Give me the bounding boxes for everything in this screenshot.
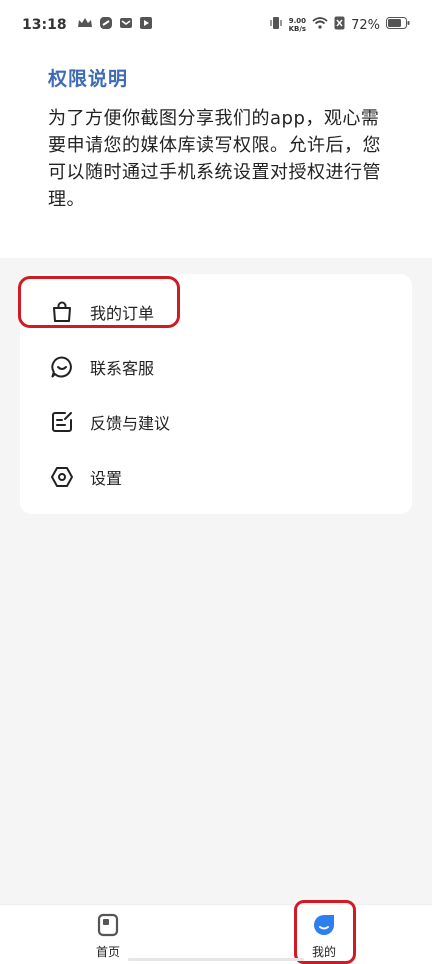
permission-title: 权限说明 — [48, 68, 129, 90]
home-indicator[interactable] — [128, 958, 304, 961]
net-speed: 9.00 KB/s — [289, 17, 306, 33]
permission-body: 为了方便你截图分享我们的app，观心需要申请您的媒体库读写权限。允许后，您可以随… — [48, 108, 381, 210]
wifi-icon — [312, 17, 328, 33]
menu-item-label: 联系客服 — [90, 358, 155, 378]
menu-item-customer-service[interactable]: 联系客服 — [20, 339, 412, 394]
app-notification-icon — [99, 16, 113, 34]
tab-home-label: 首页 — [95, 945, 120, 959]
menu-item-label: 反馈与建议 — [90, 413, 171, 433]
permission-dialog: 权限说明 为了方便你截图分享我们的app，观心需要申请您的媒体库读写权限。允许后… — [0, 50, 432, 258]
menu-item-label: 设置 — [90, 468, 123, 488]
menu-item-settings[interactable]: 设置 — [20, 449, 412, 504]
edit-feedback-icon — [48, 408, 76, 436]
highlight-orders — [18, 276, 180, 328]
no-sim-icon — [334, 16, 345, 34]
net-speed-value: 9.00 — [288, 17, 306, 25]
net-speed-unit: KB/s — [288, 25, 307, 33]
bottom-tab-bar: 首页 我的 — [0, 904, 432, 964]
home-tab-icon — [96, 913, 120, 937]
status-right: 9.00 KB/s 72% — [269, 16, 410, 34]
crown-icon — [77, 17, 93, 33]
chat-icon — [48, 353, 76, 381]
vibrate-icon — [269, 16, 283, 34]
hexagon-settings-icon — [48, 463, 76, 491]
menu-item-feedback[interactable]: 反馈与建议 — [20, 394, 412, 449]
mail-icon — [119, 16, 133, 34]
highlight-mine-tab — [294, 900, 356, 964]
status-left: 13:18 — [22, 16, 153, 34]
battery-percent: 72% — [351, 17, 380, 33]
status-time: 13:18 — [22, 17, 67, 33]
status-bar: 13:18 9.00 KB/s 72% — [0, 0, 432, 50]
play-icon — [139, 16, 153, 34]
battery-icon — [386, 17, 410, 33]
tab-home[interactable]: 首页 — [78, 913, 138, 960]
